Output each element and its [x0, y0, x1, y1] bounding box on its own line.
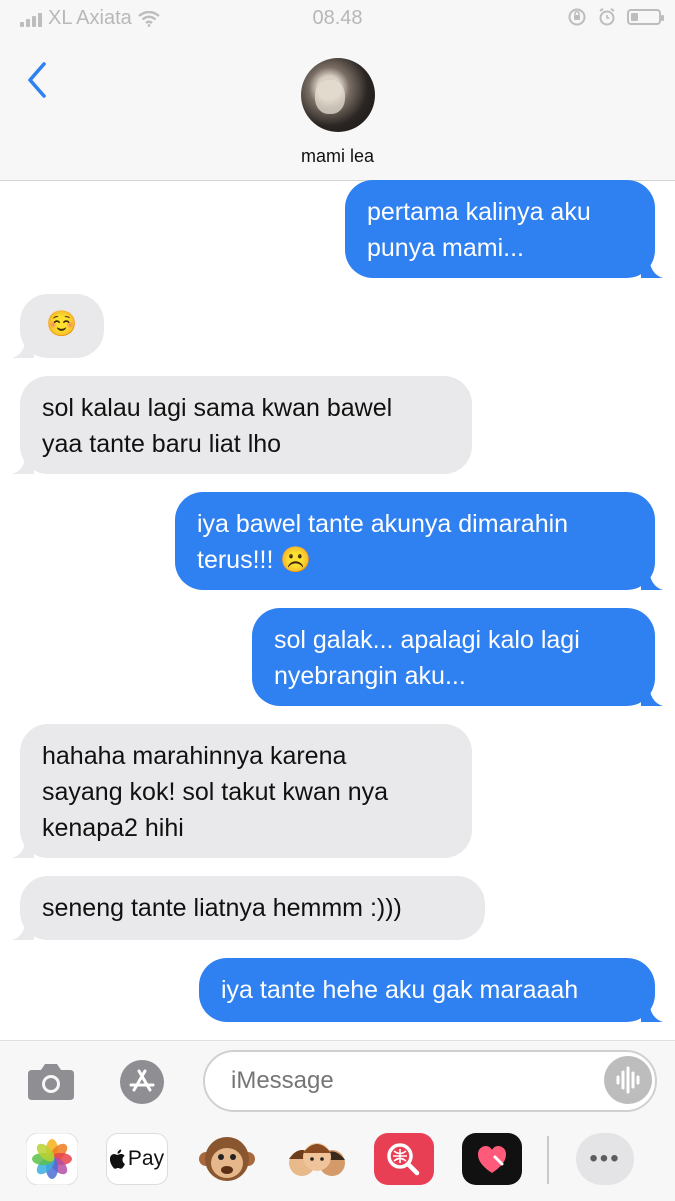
memoji-icon: [289, 1143, 345, 1176]
animoji-button[interactable]: [198, 1133, 256, 1185]
contact-avatar[interactable]: [301, 58, 375, 132]
bubble-tail: [12, 916, 34, 940]
heart-touch-icon: [462, 1133, 522, 1185]
message-line: seneng tante liatnya hemmm :))): [42, 894, 402, 922]
image-search-button[interactable]: [374, 1133, 434, 1185]
message-bubble-sent[interactable]: pertama kalinya aku punya mami...: [345, 180, 663, 278]
status-bar: XL Axiata 08.48: [0, 0, 675, 36]
digital-touch-button[interactable]: [462, 1133, 522, 1185]
message-bubble-received[interactable]: sol kalau lagi sama kwan bawel yaa tante…: [12, 376, 472, 474]
camera-icon: [28, 1064, 74, 1100]
battery-icon: [627, 9, 664, 25]
app-drawer-divider: [547, 1136, 549, 1184]
bubble-tail: [641, 566, 663, 590]
message-line: terus!!! ☹️: [197, 546, 312, 574]
message-line: yaa tante baru liat lho: [42, 430, 282, 458]
message-line: iya bawel tante akunya dimarahin: [197, 510, 569, 538]
web-search-icon: [374, 1133, 434, 1185]
message-bubble-sent[interactable]: iya bawel tante akunya dimarahin terus!!…: [175, 492, 663, 590]
alarm-icon: [599, 7, 615, 26]
bubble-tail: [641, 682, 663, 706]
imessage-input[interactable]: [203, 1050, 657, 1112]
message-line: sol galak... apalagi kalo lagi: [274, 626, 580, 654]
back-button[interactable]: [22, 60, 56, 100]
message-bubble-sent[interactable]: iya tante hehe aku gak maraaah: [199, 958, 663, 1022]
bubble-tail: [12, 450, 34, 474]
message-line: punya mami...: [367, 234, 525, 262]
chevron-left-icon: [28, 62, 46, 98]
message-bubble-received[interactable]: seneng tante liatnya hemmm :))): [12, 876, 485, 940]
app-store-button[interactable]: [114, 1058, 170, 1106]
message-line: nyebrangin aku...: [274, 662, 466, 690]
contact-name[interactable]: mami lea: [0, 146, 675, 167]
more-icon: •••: [589, 1145, 621, 1172]
photos-icon: [26, 1133, 78, 1185]
camera-button[interactable]: [26, 1058, 76, 1104]
message-bubble-sent[interactable]: sol galak... apalagi kalo lagi nyebrangi…: [252, 608, 663, 706]
more-apps-button[interactable]: •••: [576, 1133, 634, 1185]
conversation-header: XL Axiata 08.48 mami lea: [0, 0, 675, 181]
photos-app-button[interactable]: [26, 1133, 78, 1185]
waveform-icon: [616, 1066, 640, 1094]
apple-pay-button[interactable]: Pay: [106, 1133, 168, 1185]
message-line: sol kalau lagi sama kwan bawel: [42, 394, 393, 422]
message-line: pertama kalinya aku: [367, 198, 591, 226]
bubble-tail: [12, 334, 34, 358]
message-line: sayang kok! sol takut kwan nya: [42, 778, 389, 806]
monkey-icon: [199, 1137, 255, 1181]
apple-pay-label: Pay: [127, 1147, 165, 1170]
apple-logo-icon: [109, 1149, 125, 1169]
message-bubble-received[interactable]: hahaha marahinnya karena sayang kok! sol…: [12, 724, 472, 858]
bubble-tail: [12, 834, 34, 858]
memoji-stickers-button[interactable]: [286, 1133, 348, 1185]
message-bubble-received[interactable]: ☺️: [12, 294, 104, 358]
orientation-lock-icon: [568, 8, 586, 26]
bubble-tail: [641, 254, 663, 278]
audio-message-button[interactable]: [604, 1056, 652, 1104]
bubble-tail: [641, 998, 663, 1022]
status-right: [567, 7, 664, 27]
message-line: iya tante hehe aku gak maraaah: [221, 976, 579, 1004]
message-line: kenapa2 hihi: [42, 814, 184, 842]
app-store-icon: [120, 1060, 164, 1104]
message-line: hahaha marahinnya karena: [42, 742, 347, 770]
